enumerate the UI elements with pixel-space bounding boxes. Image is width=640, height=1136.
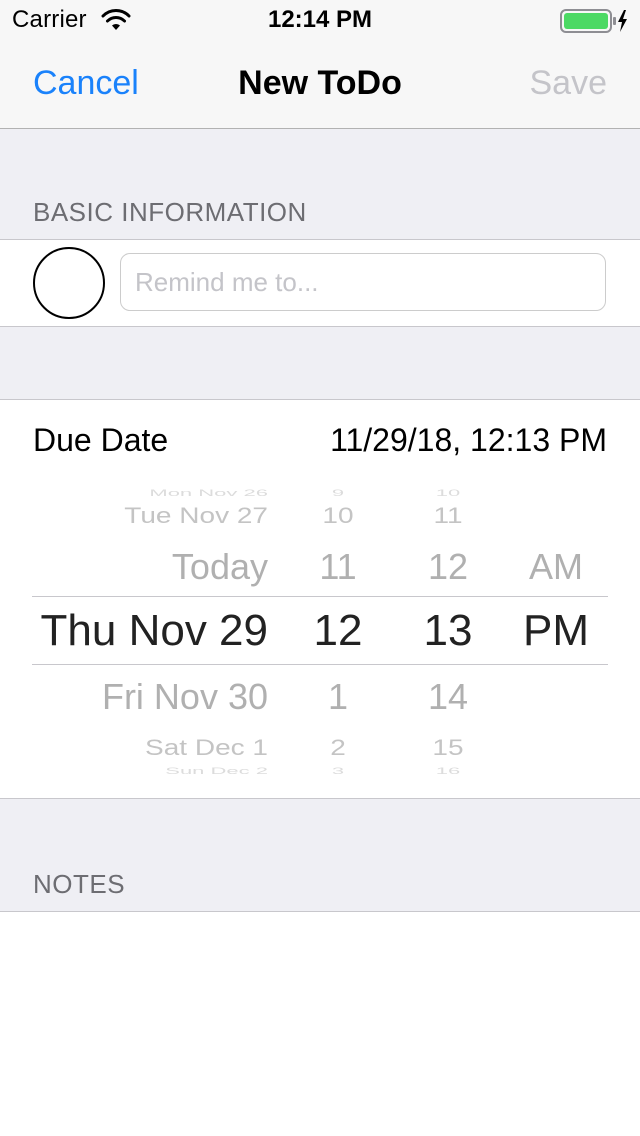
picker-minute-row[interactable]: 12 (398, 546, 498, 588)
picker-selection-bottom-line (32, 664, 608, 665)
completion-checkbox[interactable] (33, 247, 105, 319)
reminder-input[interactable] (120, 253, 606, 311)
picker-minute-row[interactable]: 11 (398, 504, 498, 529)
notes-text-area[interactable] (0, 912, 640, 1136)
picker-date-row[interactable]: Mon Nov 26 (149, 488, 268, 498)
section-spacer (0, 327, 640, 399)
due-date-value[interactable]: 11/29/18, 12:13 PM (330, 422, 607, 459)
picker-minute-row[interactable]: 14 (398, 676, 498, 718)
battery-charging-icon (560, 9, 627, 33)
picker-ampm-selected[interactable]: PM (508, 606, 604, 656)
picker-hour-row[interactable]: 1 (290, 676, 386, 718)
picker-hour-row[interactable]: 3 (290, 766, 386, 776)
picker-hour-row[interactable]: 2 (290, 736, 386, 761)
picker-date-row[interactable]: Tue Nov 27 (124, 504, 268, 529)
picker-minute-row[interactable]: 16 (398, 766, 498, 776)
picker-date-selected[interactable]: Thu Nov 29 (41, 606, 268, 656)
picker-date-row[interactable]: Sat Dec 1 (145, 736, 268, 761)
picker-hour-selected[interactable]: 12 (290, 606, 386, 656)
picker-date-row[interactable]: Today (172, 546, 268, 588)
picker-date-row[interactable]: Sun Dec 2 (165, 766, 268, 776)
navigation-bar: Cancel New ToDo Save (0, 40, 640, 129)
save-button[interactable]: Save (530, 64, 608, 103)
picker-date-row[interactable]: Fri Nov 30 (102, 676, 268, 718)
picker-minute-selected[interactable]: 13 (398, 606, 498, 656)
status-bar: Carrier 12:14 PM (0, 0, 640, 40)
basic-information-header: BASIC INFORMATION (33, 197, 307, 227)
picker-minute-row[interactable]: 15 (398, 736, 498, 761)
status-time: 12:14 PM (267, 6, 373, 33)
new-todo-screen: Carrier 12:14 PM Cancel New ToDo Save BA… (0, 0, 640, 1136)
due-date-label: Due Date (33, 422, 169, 458)
picker-ampm-row[interactable]: AM (508, 546, 604, 588)
picker-hour-row[interactable]: 11 (290, 546, 386, 588)
notes-header: NOTES (33, 869, 126, 899)
picker-hour-row[interactable]: 9 (290, 488, 386, 498)
picker-selection-top-line (32, 596, 608, 597)
picker-minute-row[interactable]: 10 (398, 488, 498, 498)
picker-hour-row[interactable]: 10 (290, 504, 386, 529)
date-time-picker[interactable]: Mon Nov 26 Tue Nov 27 Today Thu Nov 29 F… (0, 478, 640, 778)
